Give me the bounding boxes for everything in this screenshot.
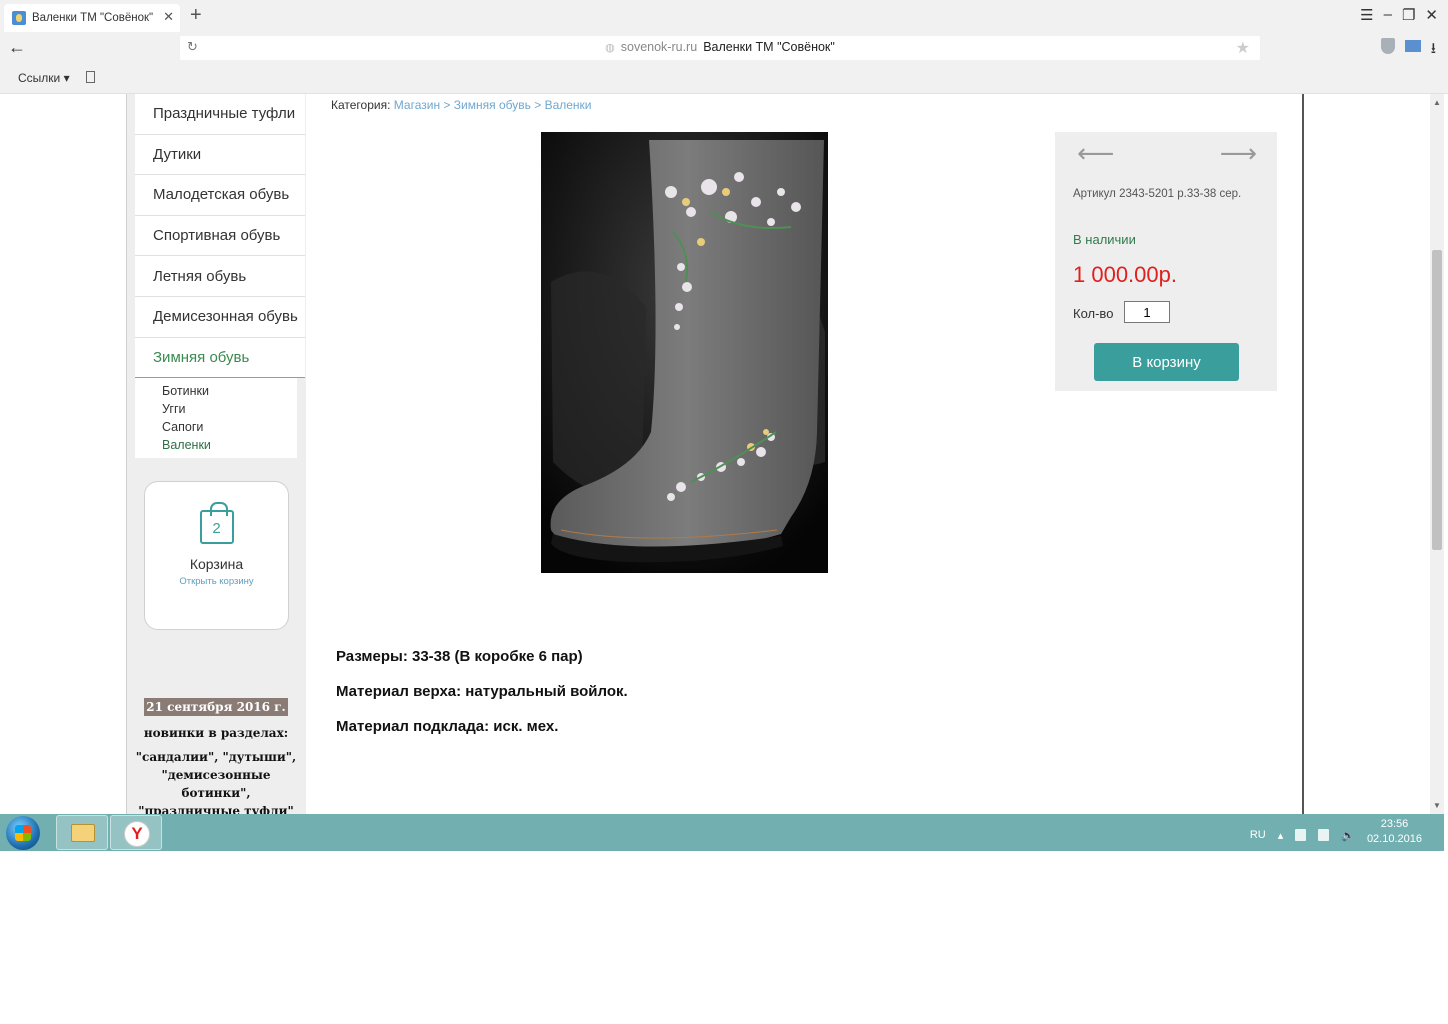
- submenu-item-uggs[interactable]: Угги: [162, 400, 297, 418]
- network-icon[interactable]: [1318, 829, 1330, 841]
- folder-icon: [71, 824, 95, 842]
- submenu-item-boots[interactable]: Ботинки: [162, 382, 297, 400]
- language-indicator[interactable]: RU: [1250, 829, 1266, 841]
- site-favicon-icon: [12, 11, 26, 25]
- stock-status: В наличии: [1073, 232, 1136, 247]
- product-sku: Артикул 2343-5201 р.33-38 сер.: [1073, 188, 1242, 200]
- menu-item-sport-shoes[interactable]: Спортивная обувь: [135, 215, 305, 257]
- screen: Валенки ТМ "Совёнок" ✕ + ☰ – ❐ ✕ ← ↻ ◍ so…: [0, 0, 1448, 1024]
- breadcrumb: Категория: Магазин > Зимняя обувь > Вале…: [331, 98, 592, 112]
- minimize-icon[interactable]: –: [1384, 6, 1392, 24]
- system-tray: RU ▴ 🔈 23:56 02.10.2016: [1250, 818, 1422, 847]
- browser-tab-bar: Валенки ТМ "Совёнок" ✕ + ☰ – ❐ ✕: [0, 0, 1448, 34]
- breadcrumb-valenki[interactable]: Валенки: [545, 98, 592, 112]
- felt-boot-photo: [541, 132, 828, 573]
- product-description: Размеры: 33-38 (В коробке 6 пар) Материа…: [336, 648, 628, 753]
- bookmark-star-icon[interactable]: ★: [1236, 38, 1250, 58]
- browser-tab[interactable]: Валенки ТМ "Совёнок" ✕: [4, 4, 180, 32]
- news-date: 21 сентября 2016 г.: [144, 698, 288, 716]
- description-lining-material: Материал подклада: иск. мех.: [336, 718, 559, 735]
- download-icon[interactable]: ⭳: [1431, 38, 1436, 63]
- product-image[interactable]: [541, 132, 828, 573]
- breadcrumb-winter-shoes[interactable]: Зимняя обувь: [454, 98, 531, 112]
- description-sizes: Размеры: 33-38 (В коробке 6 пар): [336, 648, 583, 665]
- bookmarks-bar: Ссылки ▾: [0, 62, 1448, 94]
- shield-icon[interactable]: [1380, 38, 1395, 54]
- omnibox[interactable]: ↻ ◍ sovenok-ru.ru Валенки ТМ "Совёнок" ★: [180, 36, 1260, 60]
- scroll-up-arrow-icon[interactable]: ▲: [1433, 98, 1441, 107]
- page-icon[interactable]: [86, 71, 95, 83]
- back-arrow-icon[interactable]: ←: [8, 37, 26, 58]
- url-page-title: Валенки ТМ "Совёнок": [703, 40, 835, 54]
- toolbar-icons: ⭳: [1380, 38, 1436, 63]
- quantity-input[interactable]: [1124, 301, 1170, 323]
- content-right-border: [1302, 94, 1304, 814]
- shopping-bag-icon: 2: [199, 502, 234, 544]
- cart-widget[interactable]: 2 Корзина Открыть корзину: [144, 481, 289, 630]
- action-center-flag-icon[interactable]: [1295, 829, 1307, 841]
- clock-date: 02.10.2016: [1366, 833, 1422, 845]
- menu-item-toddler-shoes[interactable]: Малодетская обувь: [135, 175, 305, 216]
- breadcrumb-separator: >: [443, 98, 451, 112]
- news-line-1: новинки в разделах:: [143, 726, 289, 740]
- winter-submenu: Ботинки Угги Сапоги Валенки: [135, 378, 297, 459]
- web-page: Праздничные туфли Дутики Малодетская обу…: [0, 94, 1448, 814]
- menu-item-holiday-shoes[interactable]: Праздничные туфли: [135, 94, 305, 135]
- restore-icon[interactable]: ❐: [1402, 6, 1415, 24]
- new-tab-button[interactable]: +: [190, 5, 202, 25]
- quantity-label: Кол-во: [1073, 306, 1114, 321]
- menu-item-dutiki[interactable]: Дутики: [135, 134, 305, 176]
- yandex-browser-icon: Y: [124, 821, 150, 847]
- window-controls: ☰ – ❐ ✕: [1360, 6, 1438, 24]
- cart-count: 2: [212, 520, 221, 537]
- menu-icon[interactable]: ☰: [1360, 6, 1373, 24]
- cart-title: Корзина: [189, 556, 244, 572]
- address-bar: ← ↻ ◍ sovenok-ru.ru Валенки ТМ "Совёнок" ★…: [0, 34, 1448, 62]
- news-block: 21 сентября 2016 г. новинки в разделах: …: [135, 698, 297, 814]
- url-display[interactable]: ◍ sovenok-ru.ru Валенки ТМ "Совёнок": [180, 40, 1260, 54]
- category-menu: Праздничные туфли Дутики Малодетская обу…: [135, 94, 305, 459]
- next-product-arrow-icon[interactable]: ⟶: [1220, 138, 1257, 169]
- product-price: 1 000.00р.: [1073, 262, 1177, 287]
- menu-item-demiseason-shoes[interactable]: Демисезонная обувь: [135, 296, 305, 338]
- tray-expand-icon[interactable]: ▴: [1278, 829, 1284, 842]
- explorer-taskbar-button[interactable]: [56, 815, 108, 850]
- buy-panel: ⟵ ⟶ Артикул 2343-5201 р.33-38 сер. В нал…: [1055, 132, 1277, 391]
- prev-product-arrow-icon[interactable]: ⟵: [1077, 138, 1114, 169]
- close-window-icon[interactable]: ✕: [1425, 6, 1438, 24]
- breadcrumb-separator: >: [534, 98, 542, 112]
- volume-icon[interactable]: 🔈: [1341, 829, 1355, 842]
- scrollbar-thumb[interactable]: [1432, 250, 1442, 550]
- mail-icon[interactable]: [1404, 40, 1421, 52]
- menu-item-summer-shoes[interactable]: Летняя обувь: [135, 256, 305, 297]
- submenu-item-valenki[interactable]: Валенки: [162, 436, 297, 454]
- open-cart-link[interactable]: Открыть корзину: [145, 576, 288, 587]
- taskbar: Y RU ▴ 🔈 23:56 02.10.2016: [0, 814, 1444, 851]
- scroll-down-arrow-icon[interactable]: ▼: [1433, 801, 1441, 810]
- add-to-cart-button[interactable]: В корзину: [1094, 343, 1239, 381]
- news-line-2: "сандалии", "дутыши", "демисезонные боти…: [135, 750, 297, 800]
- yandex-browser-taskbar-button[interactable]: Y: [110, 815, 162, 850]
- news-line-3: "праздничные туфли": [138, 804, 294, 814]
- description-upper-material: Материал верха: натуральный войлок.: [336, 683, 628, 700]
- menu-item-winter-shoes[interactable]: Зимняя обувь: [135, 337, 305, 379]
- breadcrumb-shop[interactable]: Магазин: [394, 98, 440, 112]
- bookmarks-links-folder[interactable]: Ссылки ▾: [18, 71, 70, 85]
- start-button-icon[interactable]: [6, 816, 40, 850]
- url-domain: sovenok-ru.ru: [620, 40, 698, 54]
- close-tab-icon[interactable]: ✕: [163, 9, 174, 25]
- clock[interactable]: 23:56 02.10.2016: [1367, 817, 1422, 847]
- page-scrollbar[interactable]: ▲ ▼: [1430, 94, 1444, 814]
- clock-time: 23:56: [1380, 818, 1409, 830]
- globe-icon: ◍: [605, 42, 615, 54]
- submenu-item-high-boots[interactable]: Сапоги: [162, 418, 297, 436]
- breadcrumb-label: Категория:: [331, 98, 391, 112]
- tab-title: Валенки ТМ "Совёнок": [32, 12, 154, 24]
